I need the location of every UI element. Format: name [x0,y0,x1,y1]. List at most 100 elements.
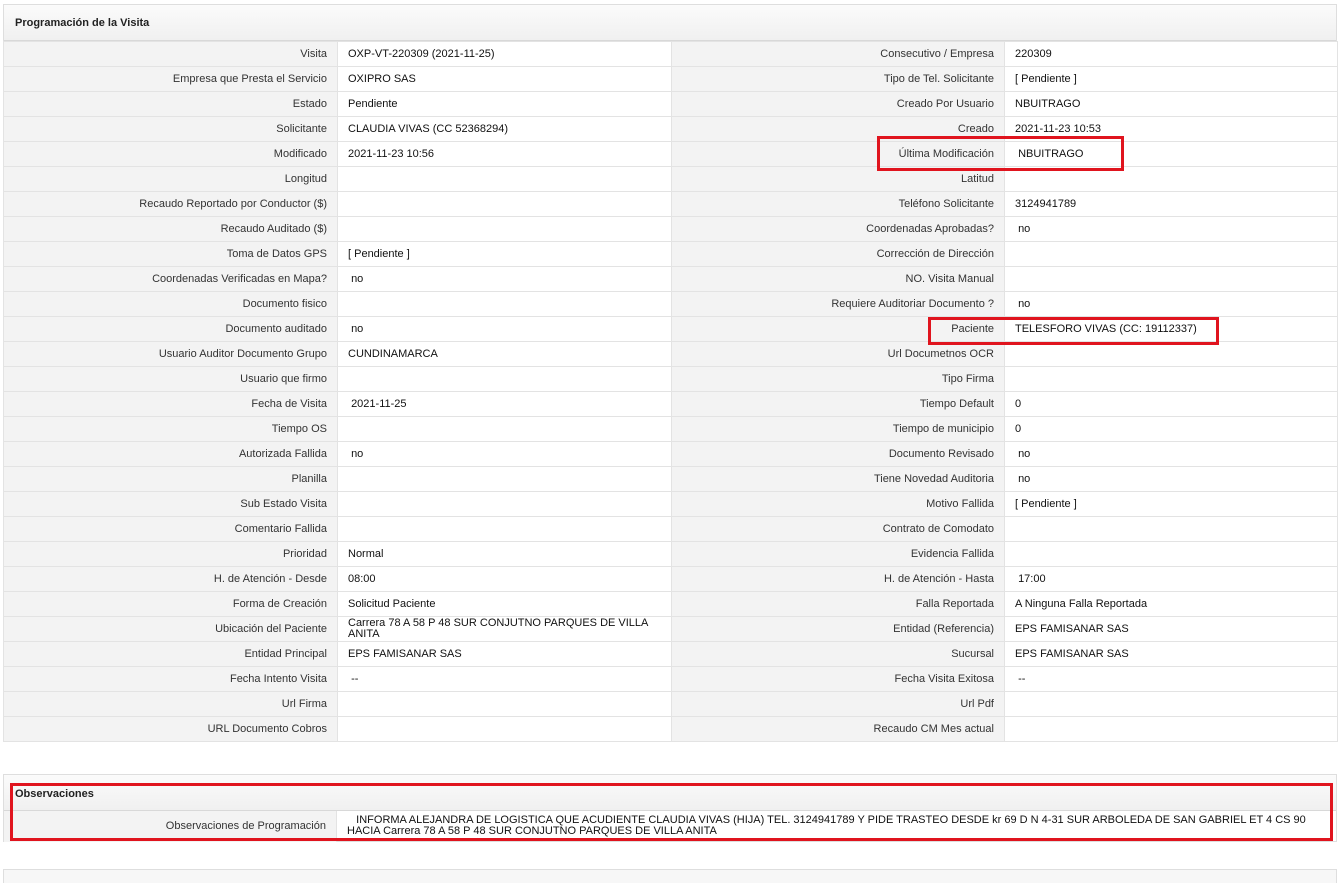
table-row: Recaudo Auditado ($) Coordenadas Aprobada… [3,216,1338,242]
field-value [1004,341,1338,367]
table-row: Ubicación del Paciente Carrera 78 A 58 P … [3,616,1338,642]
field-label: Motivo Fallida [671,491,1005,517]
field-value: 3124941789 [1004,191,1338,217]
field-label: Planilla [3,466,338,492]
field-value: 08:00 [337,566,672,592]
visit-details-table: Visita OXP-VT-220309 (2021-11-25) Consecut… [3,41,1338,742]
field-label: Modificado [3,141,338,167]
field-value: 0 [1004,391,1338,417]
observaciones-panel: Observaciones Observaciones de Programac… [3,774,1337,842]
field-label: Prioridad [3,541,338,567]
table-row: Tiempo OS Tiempo de municipio 0 [3,416,1338,442]
observaciones-row: Observaciones de Programación INFORMA AL… [4,811,1336,842]
field-value: 0 [1004,416,1338,442]
field-value: no [1004,466,1338,492]
field-label: Creado Por Usuario [671,91,1005,117]
field-value: -- [1004,666,1338,692]
field-value: [ Pendiente ] [337,241,672,267]
field-label: Documento Revisado [671,441,1005,467]
field-label: Creado [671,116,1005,142]
field-label: Url Firma [3,691,338,717]
next-panel-header [3,869,1337,883]
panel-title: Observaciones [4,775,1336,811]
field-value: Normal [337,541,672,567]
field-label: Tiene Novedad Auditoria [671,466,1005,492]
field-value: [ Pendiente ] [1004,491,1338,517]
table-row: Usuario Auditor Documento Grupo CUNDINAMA… [3,341,1338,367]
field-label: Corrección de Dirección [671,241,1005,267]
table-row: Documento auditado no Paciente TELESFORO V… [3,316,1338,342]
field-label: Comentario Fallida [3,516,338,542]
field-value: [ Pendiente ] [1004,66,1338,92]
field-value: 2021-11-23 10:53 [1004,116,1338,142]
field-value [337,716,672,742]
table-row: Toma de Datos GPS[ Pendiente ] Corrección… [3,241,1338,267]
field-label: Forma de Creación [3,591,338,617]
field-value: no [1004,216,1338,242]
field-label: Tiempo de municipio [671,416,1005,442]
field-label: Consecutivo / Empresa [671,41,1005,67]
field-value [337,691,672,717]
table-row: Recaudo Reportado por Conductor ($) Teléf… [3,191,1338,217]
field-label: Tipo de Tel. Solicitante [671,66,1005,92]
field-value [337,191,672,217]
field-value: EPS FAMISANAR SAS [337,641,672,667]
field-label: Última Modificación [671,141,1005,167]
field-value [1004,266,1338,292]
table-row: Sub Estado Visita Motivo Fallida[ Pendien… [3,491,1338,517]
field-value: NBUITRAGO [1004,91,1338,117]
field-label: Documento auditado [3,316,338,342]
table-row: Longitud Latitud [3,166,1338,192]
field-value: no [337,441,672,467]
table-row: Fecha Intento Visita -- Fecha Visita Exit… [3,666,1338,692]
field-label: Coordenadas Verificadas en Mapa? [3,266,338,292]
field-value [337,166,672,192]
field-value: no [1004,441,1338,467]
field-value: Pendiente [337,91,672,117]
field-label: Recaudo Auditado ($) [3,216,338,242]
programacion-panel: Programación de la Visita Visita OXP-VT-2… [3,4,1338,742]
field-label: Recaudo Reportado por Conductor ($) [3,191,338,217]
table-row: Modificado 2021-11-23 10:56 Última Modific… [3,141,1338,167]
table-row: Forma de Creación Solicitud Paciente Falla… [3,591,1338,617]
field-label: Paciente [671,316,1005,342]
field-label: Tiempo OS [3,416,338,442]
field-value: TELESFORO VIVAS (CC: 19112337) [1004,316,1338,342]
field-label: Fecha de Visita [3,391,338,417]
field-label: Sucursal [671,641,1005,667]
field-label: URL Documento Cobros [3,716,338,742]
field-label: Sub Estado Visita [3,491,338,517]
field-value: no [1004,291,1338,317]
field-value [337,216,672,242]
table-row: Solicitante CLAUDIA VIVAS (CC 52368294) Cr… [3,116,1338,142]
field-label: Longitud [3,166,338,192]
table-row: H. de Atención - Desde 08:00 H. de Atenció… [3,566,1338,592]
field-label: Requiere Auditoriar Documento ? [671,291,1005,317]
field-value [337,491,672,517]
field-value: 220309 [1004,41,1338,67]
field-value: A Ninguna Falla Reportada [1004,591,1338,617]
field-value: EPS FAMISANAR SAS [1004,616,1338,642]
table-row: Estado Pendiente Creado Por Usuario NBUITRA… [3,91,1338,117]
field-value [1004,166,1338,192]
field-value [1004,241,1338,267]
table-row: Coordenadas Verificadas en Mapa? no NO. V… [3,266,1338,292]
field-label: Usuario Auditor Documento Grupo [3,341,338,367]
table-row: Usuario que firmo Tipo Firma [3,366,1338,392]
field-label: Contrato de Comodato [671,516,1005,542]
field-label: Entidad (Referencia) [671,616,1005,642]
field-value: 2021-11-25 [337,391,672,417]
field-label: Ubicación del Paciente [3,616,338,642]
table-row: Autorizada Fallida no Documento Revisado … [3,441,1338,467]
field-label: Fecha Intento Visita [3,666,338,692]
field-value: Carrera 78 A 58 P 48 SUR CONJUTNO PARQUE… [337,616,672,642]
field-value [1004,516,1338,542]
field-label: Solicitante [3,116,338,142]
field-label: Url Documetnos OCR [671,341,1005,367]
table-row: Empresa que Presta el Servicio OXIPRO SAS… [3,66,1338,92]
field-value: NBUITRAGO [1004,141,1338,167]
field-value: EPS FAMISANAR SAS [1004,641,1338,667]
field-label: H. de Atención - Hasta [671,566,1005,592]
field-label: Teléfono Solicitante [671,191,1005,217]
table-row: Url Firma Url Pdf [3,691,1338,717]
